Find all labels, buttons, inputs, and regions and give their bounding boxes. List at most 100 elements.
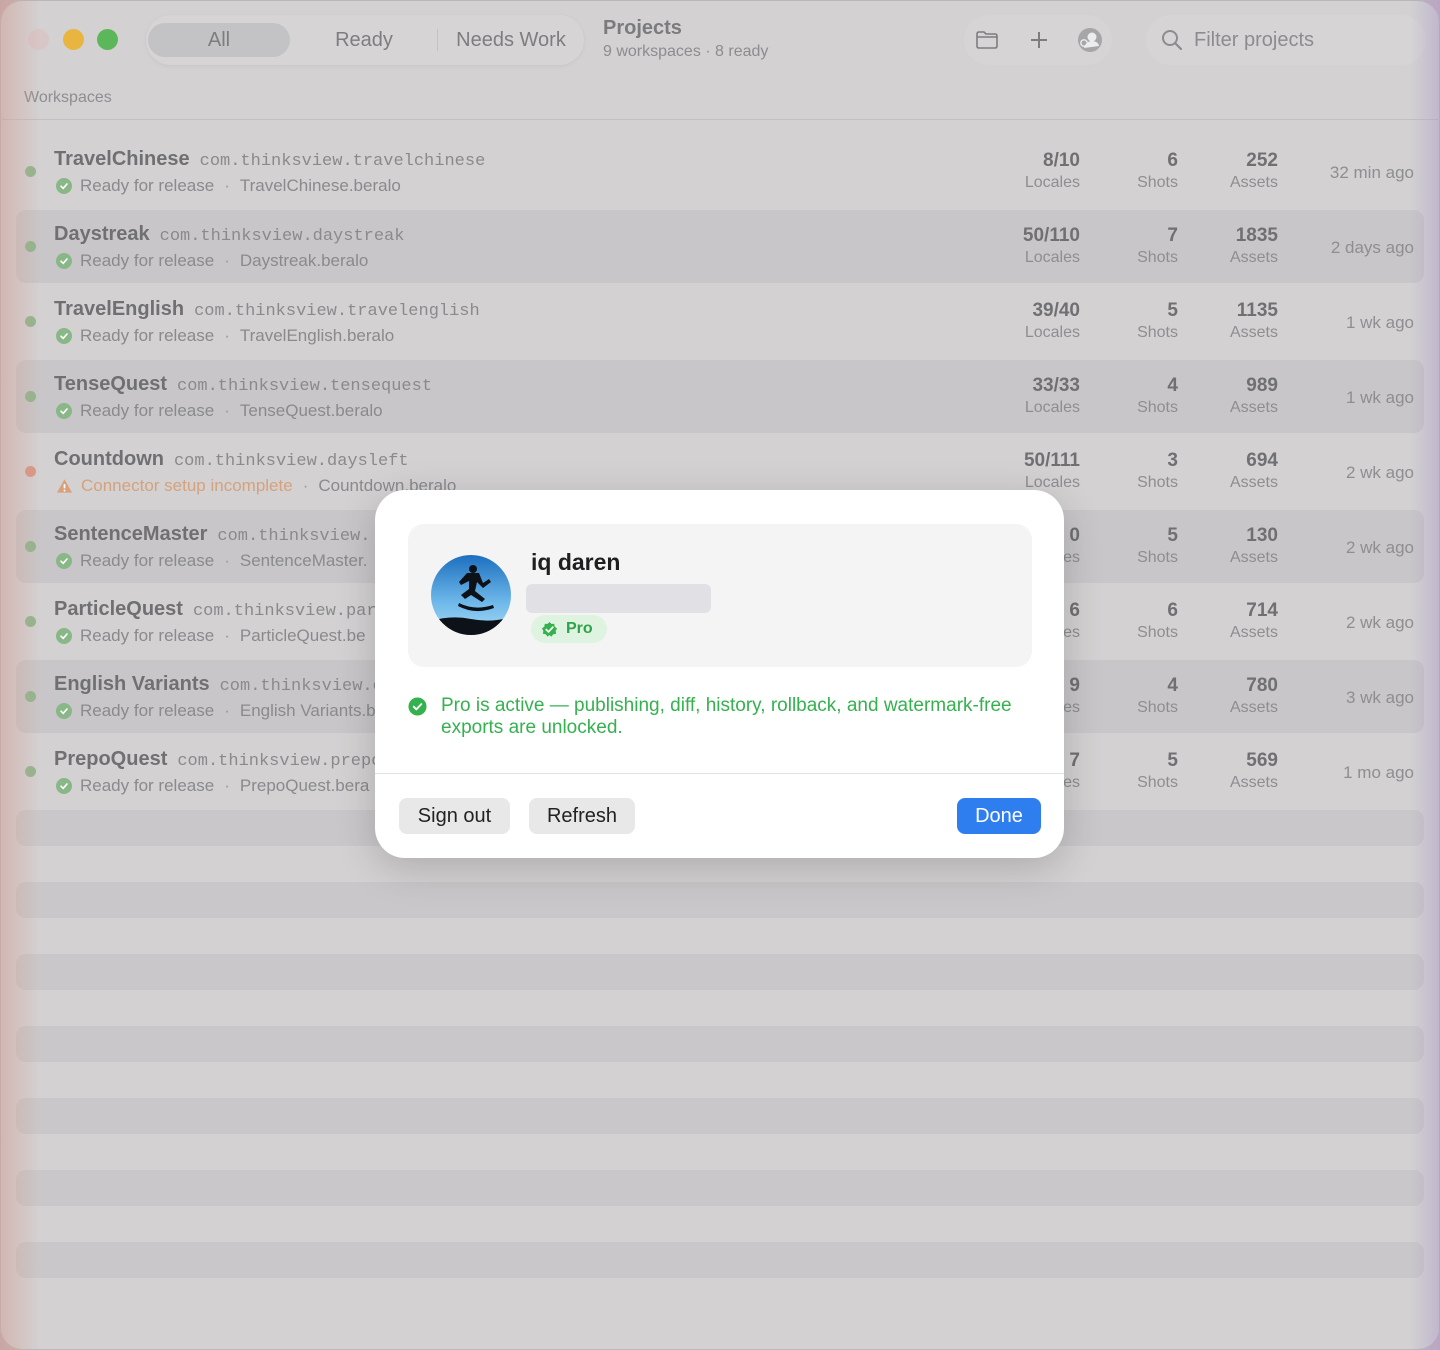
- bundle-id: com.thinksview.tensequest: [177, 377, 433, 396]
- status-dot: [25, 391, 36, 402]
- workspace-name: TravelChinese com.thinksview.travelchines…: [54, 148, 485, 171]
- workspace-file: Daystreak.beralo: [239, 251, 369, 270]
- shots-value: 3: [1167, 450, 1178, 471]
- last-updated: 1 wk ago: [1345, 388, 1414, 407]
- page-title: Projects: [603, 17, 682, 39]
- assets-label: Assets: [1229, 249, 1278, 266]
- workspace-title: Countdown: [54, 448, 164, 470]
- profile-card: iq daren Pro: [408, 524, 1032, 667]
- status-dot: [25, 691, 36, 702]
- workspace-name: ParticleQuest com.thinksview.par: [54, 598, 377, 621]
- shots-stat: 5 Shots: [1108, 750, 1178, 792]
- assets-value: 1135: [1236, 300, 1278, 321]
- workspace-file: ParticleQuest.be: [239, 626, 366, 645]
- empty-row: [16, 1026, 1424, 1062]
- shots-stat: 6 Shots: [1108, 150, 1178, 192]
- window-minimize-button[interactable]: [63, 29, 84, 50]
- workspace-title: TravelEnglish: [54, 298, 185, 320]
- status-text: Ready for release: [80, 176, 215, 195]
- bundle-id: com.thinksview.travelenglish: [194, 302, 480, 321]
- workspace-file: TenseQuest.beralo: [239, 401, 383, 420]
- shots-label: Shots: [1137, 249, 1178, 266]
- empty-row: [16, 1098, 1424, 1134]
- search-input[interactable]: [1194, 25, 1414, 55]
- assets-label: Assets: [1229, 174, 1278, 191]
- search-icon: [1162, 30, 1183, 51]
- workspace-file: SentenceMaster.: [239, 551, 368, 570]
- window-close-button[interactable]: [28, 29, 49, 50]
- open-folder-button[interactable]: [972, 25, 1002, 55]
- filter-segmented-control: All Ready Needs Work: [146, 15, 584, 65]
- account-button[interactable]: [1075, 25, 1105, 55]
- table-row[interactable]: TravelChinese com.thinksview.travelchines…: [16, 135, 1424, 208]
- separator: ·: [224, 626, 230, 645]
- account-icon: [1078, 28, 1102, 52]
- locales-stat: 8/10 Locales: [990, 150, 1080, 192]
- pro-status-message: Pro is active — publishing, diff, histor…: [408, 695, 1032, 739]
- workspace-title: TravelChinese: [54, 148, 190, 170]
- bundle-id: com.thinksview.: [217, 527, 371, 546]
- shots-stat: 6 Shots: [1108, 600, 1178, 642]
- tab-ready[interactable]: Ready: [292, 23, 436, 57]
- workspace-name: Daystreak com.thinksview.daystreak: [54, 223, 404, 246]
- add-project-button[interactable]: [1024, 25, 1054, 55]
- empty-row: [16, 1170, 1424, 1206]
- check-circle-icon: [56, 628, 72, 644]
- assets-value: 1835: [1235, 225, 1278, 246]
- locales-label: Locales: [1024, 399, 1080, 416]
- table-row[interactable]: TenseQuest com.thinksview.tensequest Ready…: [16, 360, 1424, 433]
- assets-value: 252: [1246, 150, 1278, 171]
- workspace-status: Ready for release · ParticleQuest.be: [56, 626, 366, 646]
- table-row[interactable]: TravelEnglish com.thinksview.travelenglis…: [16, 285, 1424, 358]
- separator: ·: [224, 326, 230, 345]
- status-dot: [25, 241, 36, 252]
- empty-row: [16, 1242, 1424, 1278]
- locales-value: 33/33: [1032, 375, 1080, 396]
- separator: ·: [302, 476, 309, 495]
- assets-value: 569: [1246, 750, 1278, 771]
- assets-value: 780: [1246, 675, 1278, 696]
- badge-label: Pro: [566, 620, 593, 637]
- shots-value: 4: [1167, 375, 1178, 396]
- user-name: iq daren: [531, 549, 621, 575]
- check-circle-icon: [56, 328, 72, 344]
- workspace-file: TravelEnglish.beralo: [239, 326, 395, 345]
- assets-label: Assets: [1229, 624, 1278, 641]
- tab-all[interactable]: All: [148, 23, 290, 57]
- assets-label: Assets: [1229, 549, 1278, 566]
- tab-needs-work[interactable]: Needs Work: [438, 23, 584, 57]
- dialog-divider: [375, 773, 1064, 774]
- assets-value: 694: [1246, 450, 1278, 471]
- assets-value: 989: [1246, 375, 1278, 396]
- workspace-file: TravelChinese.beralo: [239, 176, 401, 195]
- shots-value: 6: [1167, 600, 1178, 621]
- status-text: Ready for release: [80, 551, 215, 570]
- status-text: Connector setup incomplete: [81, 476, 293, 495]
- locales-label: Locales: [1024, 249, 1080, 266]
- workspace-name: TravelEnglish com.thinksview.travelenglis…: [54, 298, 480, 321]
- workspace-name: English Variants com.thinksview.e: [54, 673, 383, 696]
- assets-label: Assets: [1229, 474, 1278, 491]
- sign-out-button[interactable]: Sign out: [399, 798, 510, 834]
- refresh-button[interactable]: Refresh: [529, 798, 635, 834]
- pro-badge: Pro: [531, 615, 607, 643]
- table-row[interactable]: Daystreak com.thinksview.daystreak Ready f…: [16, 210, 1424, 283]
- assets-stat: 780 Assets: [1198, 675, 1278, 717]
- section-divider: [0, 119, 1440, 120]
- redacted-email: [526, 584, 711, 613]
- window-zoom-button[interactable]: [97, 29, 118, 50]
- done-button[interactable]: Done: [957, 798, 1041, 834]
- page-subtitle: 9 workspaces · 8 ready: [603, 43, 769, 60]
- workspace-title: English Variants: [54, 673, 210, 695]
- shots-label: Shots: [1137, 399, 1178, 416]
- shots-stat: 3 Shots: [1108, 450, 1178, 492]
- workspace-name: PrepoQuest com.thinksview.prepo: [54, 748, 381, 771]
- shots-stat: 4 Shots: [1108, 675, 1178, 717]
- bundle-id: com.thinksview.daystreak: [159, 227, 405, 246]
- bundle-id: com.thinksview.daysleft: [173, 452, 409, 471]
- workspace-name: SentenceMaster com.thinksview.: [54, 523, 370, 546]
- window-title-block: Projects 9 workspaces · 8 ready: [603, 17, 768, 61]
- workspace-title: PrepoQuest: [54, 748, 168, 770]
- shots-label: Shots: [1137, 474, 1178, 491]
- bundle-id: com.thinksview.travelchinese: [199, 152, 486, 171]
